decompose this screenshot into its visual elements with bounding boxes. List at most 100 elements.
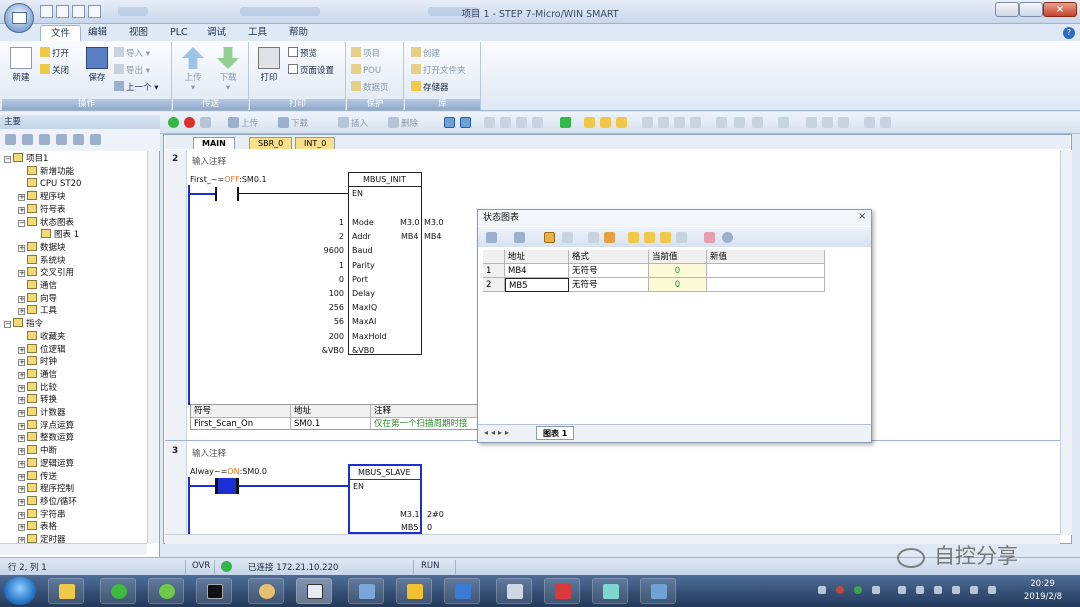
taskbar-app[interactable] — [148, 578, 184, 604]
line-down-icon[interactable] — [658, 117, 669, 128]
line-up-icon[interactable] — [674, 117, 685, 128]
new-value-cell[interactable] — [707, 278, 825, 292]
expander-icon[interactable]: + — [18, 384, 25, 392]
tree-item[interactable]: + 移位/循环 — [18, 495, 77, 508]
tab-file[interactable]: 文件 — [40, 25, 82, 41]
open-button[interactable]: 打开 — [40, 47, 69, 60]
taskbar-app[interactable] — [444, 578, 480, 604]
expander-icon[interactable]: + — [18, 270, 25, 278]
close-project-button[interactable]: 关闭 — [40, 64, 69, 77]
print-button[interactable]: 打印 — [254, 47, 284, 83]
tree-item[interactable]: + 通信 — [18, 368, 57, 381]
taskbar-app[interactable] — [592, 578, 628, 604]
taskbar-app[interactable] — [48, 578, 84, 604]
symbol-info-icon[interactable] — [822, 117, 833, 128]
compile-icon[interactable] — [200, 117, 211, 128]
protect-pou-button[interactable]: POU — [351, 64, 381, 77]
tree-item[interactable]: − 指令 — [4, 318, 43, 330]
tab-sbr0[interactable]: SBR_0 — [249, 137, 293, 149]
tray-icon[interactable] — [818, 586, 826, 594]
tree-horizontal-scrollbar[interactable] — [0, 543, 147, 555]
box-icon[interactable] — [752, 117, 763, 128]
editor-horizontal-scrollbar[interactable] — [165, 534, 1060, 544]
options-icon[interactable] — [722, 232, 733, 243]
network-comment[interactable]: 输入注释 — [192, 155, 226, 167]
import-button[interactable]: 导入 ▾ — [114, 47, 150, 60]
expander-icon[interactable]: − — [4, 321, 11, 329]
editor-vertical-scrollbar[interactable] — [1060, 150, 1072, 535]
input-value[interactable]: 100 — [300, 289, 344, 298]
expander-icon[interactable]: + — [18, 524, 25, 532]
tree-item[interactable]: + 工具 — [18, 305, 57, 317]
tree-item[interactable]: + 整数运算 — [18, 432, 74, 444]
expander-icon[interactable]: + — [18, 346, 25, 354]
tray-icon[interactable] — [952, 586, 960, 594]
toolbar-insert[interactable]: 插入 — [351, 117, 368, 129]
tree-item[interactable]: 图表 1 — [32, 229, 79, 241]
open-library-folder-button[interactable]: 打开文件夹 — [411, 64, 466, 77]
tab-help[interactable]: 帮助 — [279, 25, 318, 41]
force-icon[interactable] — [628, 232, 639, 243]
expander-icon[interactable]: + — [18, 410, 25, 417]
help-icon[interactable]: ? — [1063, 27, 1075, 39]
minimize-button[interactable] — [995, 2, 1019, 17]
taskbar-app[interactable] — [640, 578, 676, 604]
page-setup-button[interactable]: 页面设置 — [288, 64, 334, 77]
taskbar-app[interactable] — [396, 578, 432, 604]
contact-icon[interactable] — [716, 117, 727, 128]
monitor-icon[interactable] — [544, 232, 555, 243]
view-icon[interactable] — [90, 134, 101, 145]
expander-icon[interactable]: − — [4, 156, 11, 163]
run-icon[interactable] — [168, 117, 179, 128]
address-cell[interactable]: MB5 — [505, 278, 569, 292]
read-icon[interactable] — [500, 117, 511, 128]
export-button[interactable]: 导出 ▾ — [114, 64, 150, 77]
upload-button[interactable]: 上传 ▾ — [178, 47, 208, 93]
toolbar-upload[interactable]: 上传 — [241, 117, 258, 129]
view-icon[interactable] — [73, 134, 84, 145]
expander-icon[interactable]: + — [18, 295, 25, 303]
tree-item[interactable]: + 字符串 — [18, 508, 66, 521]
input-value[interactable]: 200 — [300, 332, 344, 341]
toggle-addressing-icon[interactable] — [838, 117, 849, 128]
execute-icon[interactable] — [560, 117, 571, 128]
tree-item[interactable]: − 项目1 — [4, 153, 48, 165]
pou-comment-icon[interactable] — [778, 117, 789, 128]
tree-item[interactable]: + 比较 — [18, 381, 57, 394]
tray-icon[interactable] — [898, 586, 906, 594]
unforce-all-icon[interactable] — [660, 232, 671, 243]
stop-icon[interactable] — [184, 117, 195, 128]
tree-item[interactable]: + 浮点运算 — [18, 419, 74, 432]
tree-item[interactable]: + 表格 — [18, 521, 57, 533]
taskbar-app[interactable] — [100, 578, 136, 604]
status-chart-window[interactable]: 状态图表 × 地址 格式 当前值 新值 1 MB4 无符号 0 2 MB5 无符… — [477, 209, 872, 443]
energized-contact[interactable] — [215, 478, 239, 494]
status-icon[interactable] — [484, 117, 495, 128]
new-value-cell[interactable] — [707, 264, 825, 278]
tree-item[interactable]: + 符号表 — [18, 203, 66, 216]
taskbar-app[interactable] — [496, 578, 532, 604]
view-icon[interactable] — [39, 134, 50, 145]
expander-icon[interactable]: + — [18, 397, 25, 405]
input-value[interactable]: 1 — [300, 261, 344, 270]
expander-icon[interactable]: + — [18, 206, 25, 214]
unforce-icon[interactable] — [644, 232, 655, 243]
view-icon[interactable] — [5, 134, 16, 145]
volume-icon[interactable] — [988, 586, 996, 594]
tray-icon[interactable] — [854, 586, 862, 594]
tree-item[interactable]: + 数据块 — [18, 241, 66, 254]
expander-icon[interactable]: + — [18, 244, 25, 252]
write-icon[interactable] — [604, 232, 615, 243]
tree-item[interactable]: − 状态图表 — [18, 216, 74, 229]
delete-row-icon[interactable] — [514, 232, 525, 243]
expander-icon[interactable]: + — [18, 511, 25, 519]
tab-debug[interactable]: 调试 — [197, 25, 236, 41]
upload-arrow-icon[interactable] — [228, 117, 239, 128]
toolbar-delete[interactable]: 删除 — [401, 117, 418, 129]
tree-item[interactable]: + 程序控制 — [18, 483, 74, 495]
expander-icon[interactable]: + — [18, 422, 25, 430]
start-button[interactable] — [4, 577, 36, 605]
tree-item[interactable]: + 时钟 — [18, 356, 57, 368]
previous-button[interactable]: 上一个 ▾ — [114, 81, 158, 94]
network-signal-icon[interactable] — [970, 586, 978, 594]
